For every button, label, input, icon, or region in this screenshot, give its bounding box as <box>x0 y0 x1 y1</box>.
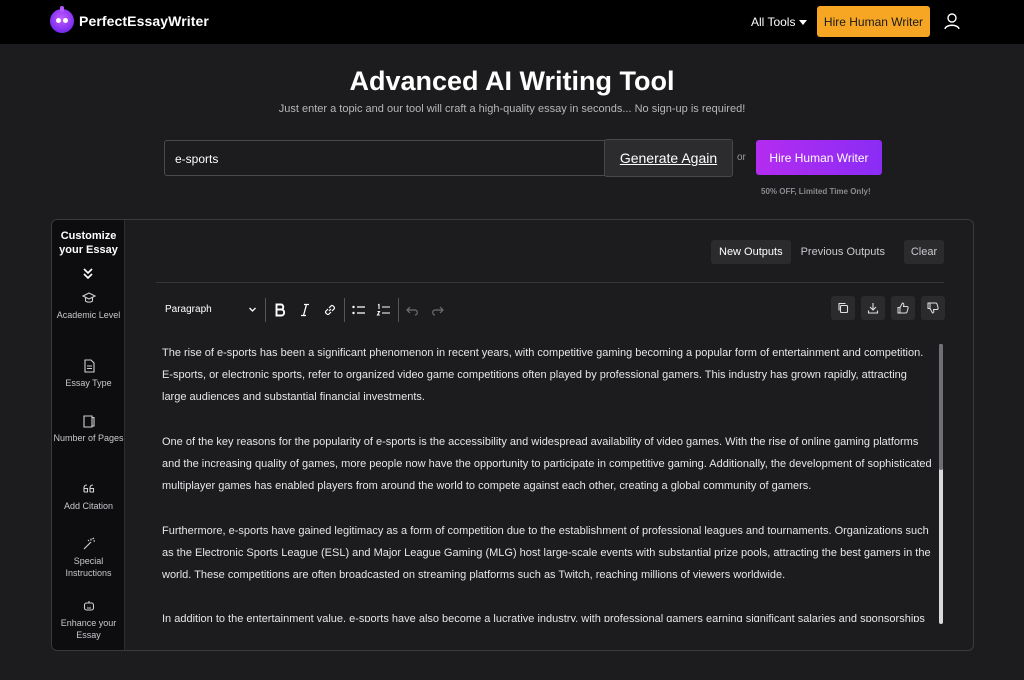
sidebar-item-label: Add Citation <box>63 501 114 511</box>
brand-logo[interactable]: PerfectEssayWriter <box>50 6 209 33</box>
magic-wand-icon <box>83 537 95 550</box>
divider <box>156 282 944 283</box>
or-separator: or <box>737 152 746 163</box>
graduation-cap-icon <box>81 292 96 303</box>
document-icon <box>83 359 95 373</box>
editor-scrollbar[interactable] <box>939 344 943 624</box>
toolbar-separator <box>344 298 345 322</box>
download-icon <box>867 303 879 314</box>
toolbar-separator <box>265 298 266 322</box>
essay-editor-content[interactable]: The rise of e-sports has been a signific… <box>162 342 932 622</box>
all-tools-menu[interactable]: All Tools <box>751 15 808 29</box>
top-navbar: PerfectEssayWriter All Tools Hire Human … <box>0 0 1024 44</box>
chevron-down-icon <box>799 19 808 25</box>
promo-text: 50% OFF, Limited Time Only! <box>761 187 871 196</box>
paragraph-style-select[interactable]: Paragraph <box>165 304 212 315</box>
sidebar-item-academic-level[interactable]: Academic Level <box>52 291 125 321</box>
essay-paragraph: One of the key reasons for the popularit… <box>162 435 932 493</box>
thumbs-down-button[interactable] <box>921 296 945 320</box>
sidebar-item-add-citation[interactable]: Add Citation <box>52 482 125 512</box>
italic-icon[interactable] <box>297 302 313 318</box>
sidebar-item-label: Number of Pages <box>53 433 124 443</box>
undo-icon[interactable] <box>405 302 421 318</box>
clear-button[interactable]: Clear <box>904 240 944 264</box>
customize-sidebar: Customize your Essay Academic Level Essa… <box>52 220 125 650</box>
output-tabs: New Outputs Previous Outputs <box>711 240 893 264</box>
thumbs-down-icon <box>927 302 939 314</box>
all-tools-label: All Tools <box>751 15 796 29</box>
scrollbar-thumb[interactable] <box>939 344 943 470</box>
redo-icon[interactable] <box>429 302 445 318</box>
essay-paragraph: In addition to the entertainment value, … <box>162 613 925 622</box>
sidebar-item-label: Essay Type <box>65 378 112 388</box>
copy-icon <box>838 302 849 314</box>
link-icon[interactable] <box>322 302 338 318</box>
sidebar-item-enhance-essay[interactable]: Enhance your Essay <box>52 599 125 641</box>
editor-toolbar: Paragraph <box>156 296 945 324</box>
thumbs-up-icon <box>897 302 909 314</box>
bold-icon[interactable] <box>272 302 288 318</box>
page-title: Advanced AI Writing Tool <box>349 66 675 96</box>
sidebar-item-special-instructions[interactable]: Special Instructions <box>52 537 125 579</box>
sidebar-item-label: Academic Level <box>56 310 121 320</box>
sidebar-item-label: Enhance your Essay <box>60 618 117 640</box>
toolbar-separator <box>398 298 399 322</box>
essay-panel: Customize your Essay Academic Level Essa… <box>51 219 974 651</box>
copy-button[interactable] <box>831 296 855 320</box>
pages-icon <box>82 415 95 428</box>
download-button[interactable] <box>861 296 885 320</box>
generate-again-button[interactable]: Generate Again <box>604 139 733 177</box>
brand-name: PerfectEssayWriter <box>79 13 209 29</box>
quote-icon <box>82 484 94 493</box>
user-icon[interactable] <box>944 13 960 30</box>
sidebar-item-number-of-pages[interactable]: Number of Pages <box>52 414 125 444</box>
topic-input[interactable] <box>175 150 595 168</box>
page-subtitle: Just enter a topic and our tool will cra… <box>278 103 746 115</box>
chevron-down-icon[interactable] <box>248 305 257 314</box>
sidebar-title: Customize your Essay <box>59 230 118 256</box>
numbered-list-icon[interactable] <box>376 302 392 318</box>
essay-paragraph: Furthermore, e-sports have gained legiti… <box>162 524 931 581</box>
robot-icon <box>83 601 94 611</box>
thumbs-up-button[interactable] <box>891 296 915 320</box>
hire-human-writer-nav-button[interactable]: Hire Human Writer <box>817 6 930 37</box>
bullet-list-icon[interactable] <box>351 302 367 318</box>
tab-previous-outputs[interactable]: Previous Outputs <box>793 240 893 264</box>
tab-new-outputs[interactable]: New Outputs <box>711 240 791 264</box>
essay-paragraph: The rise of e-sports has been a signific… <box>162 347 924 404</box>
hire-human-writer-button[interactable]: Hire Human Writer <box>756 140 882 175</box>
sidebar-item-essay-type[interactable]: Essay Type <box>52 359 125 389</box>
robot-logo-icon <box>50 6 74 33</box>
double-chevron-down-icon[interactable] <box>82 267 94 281</box>
sidebar-item-label: Special Instructions <box>65 556 112 578</box>
